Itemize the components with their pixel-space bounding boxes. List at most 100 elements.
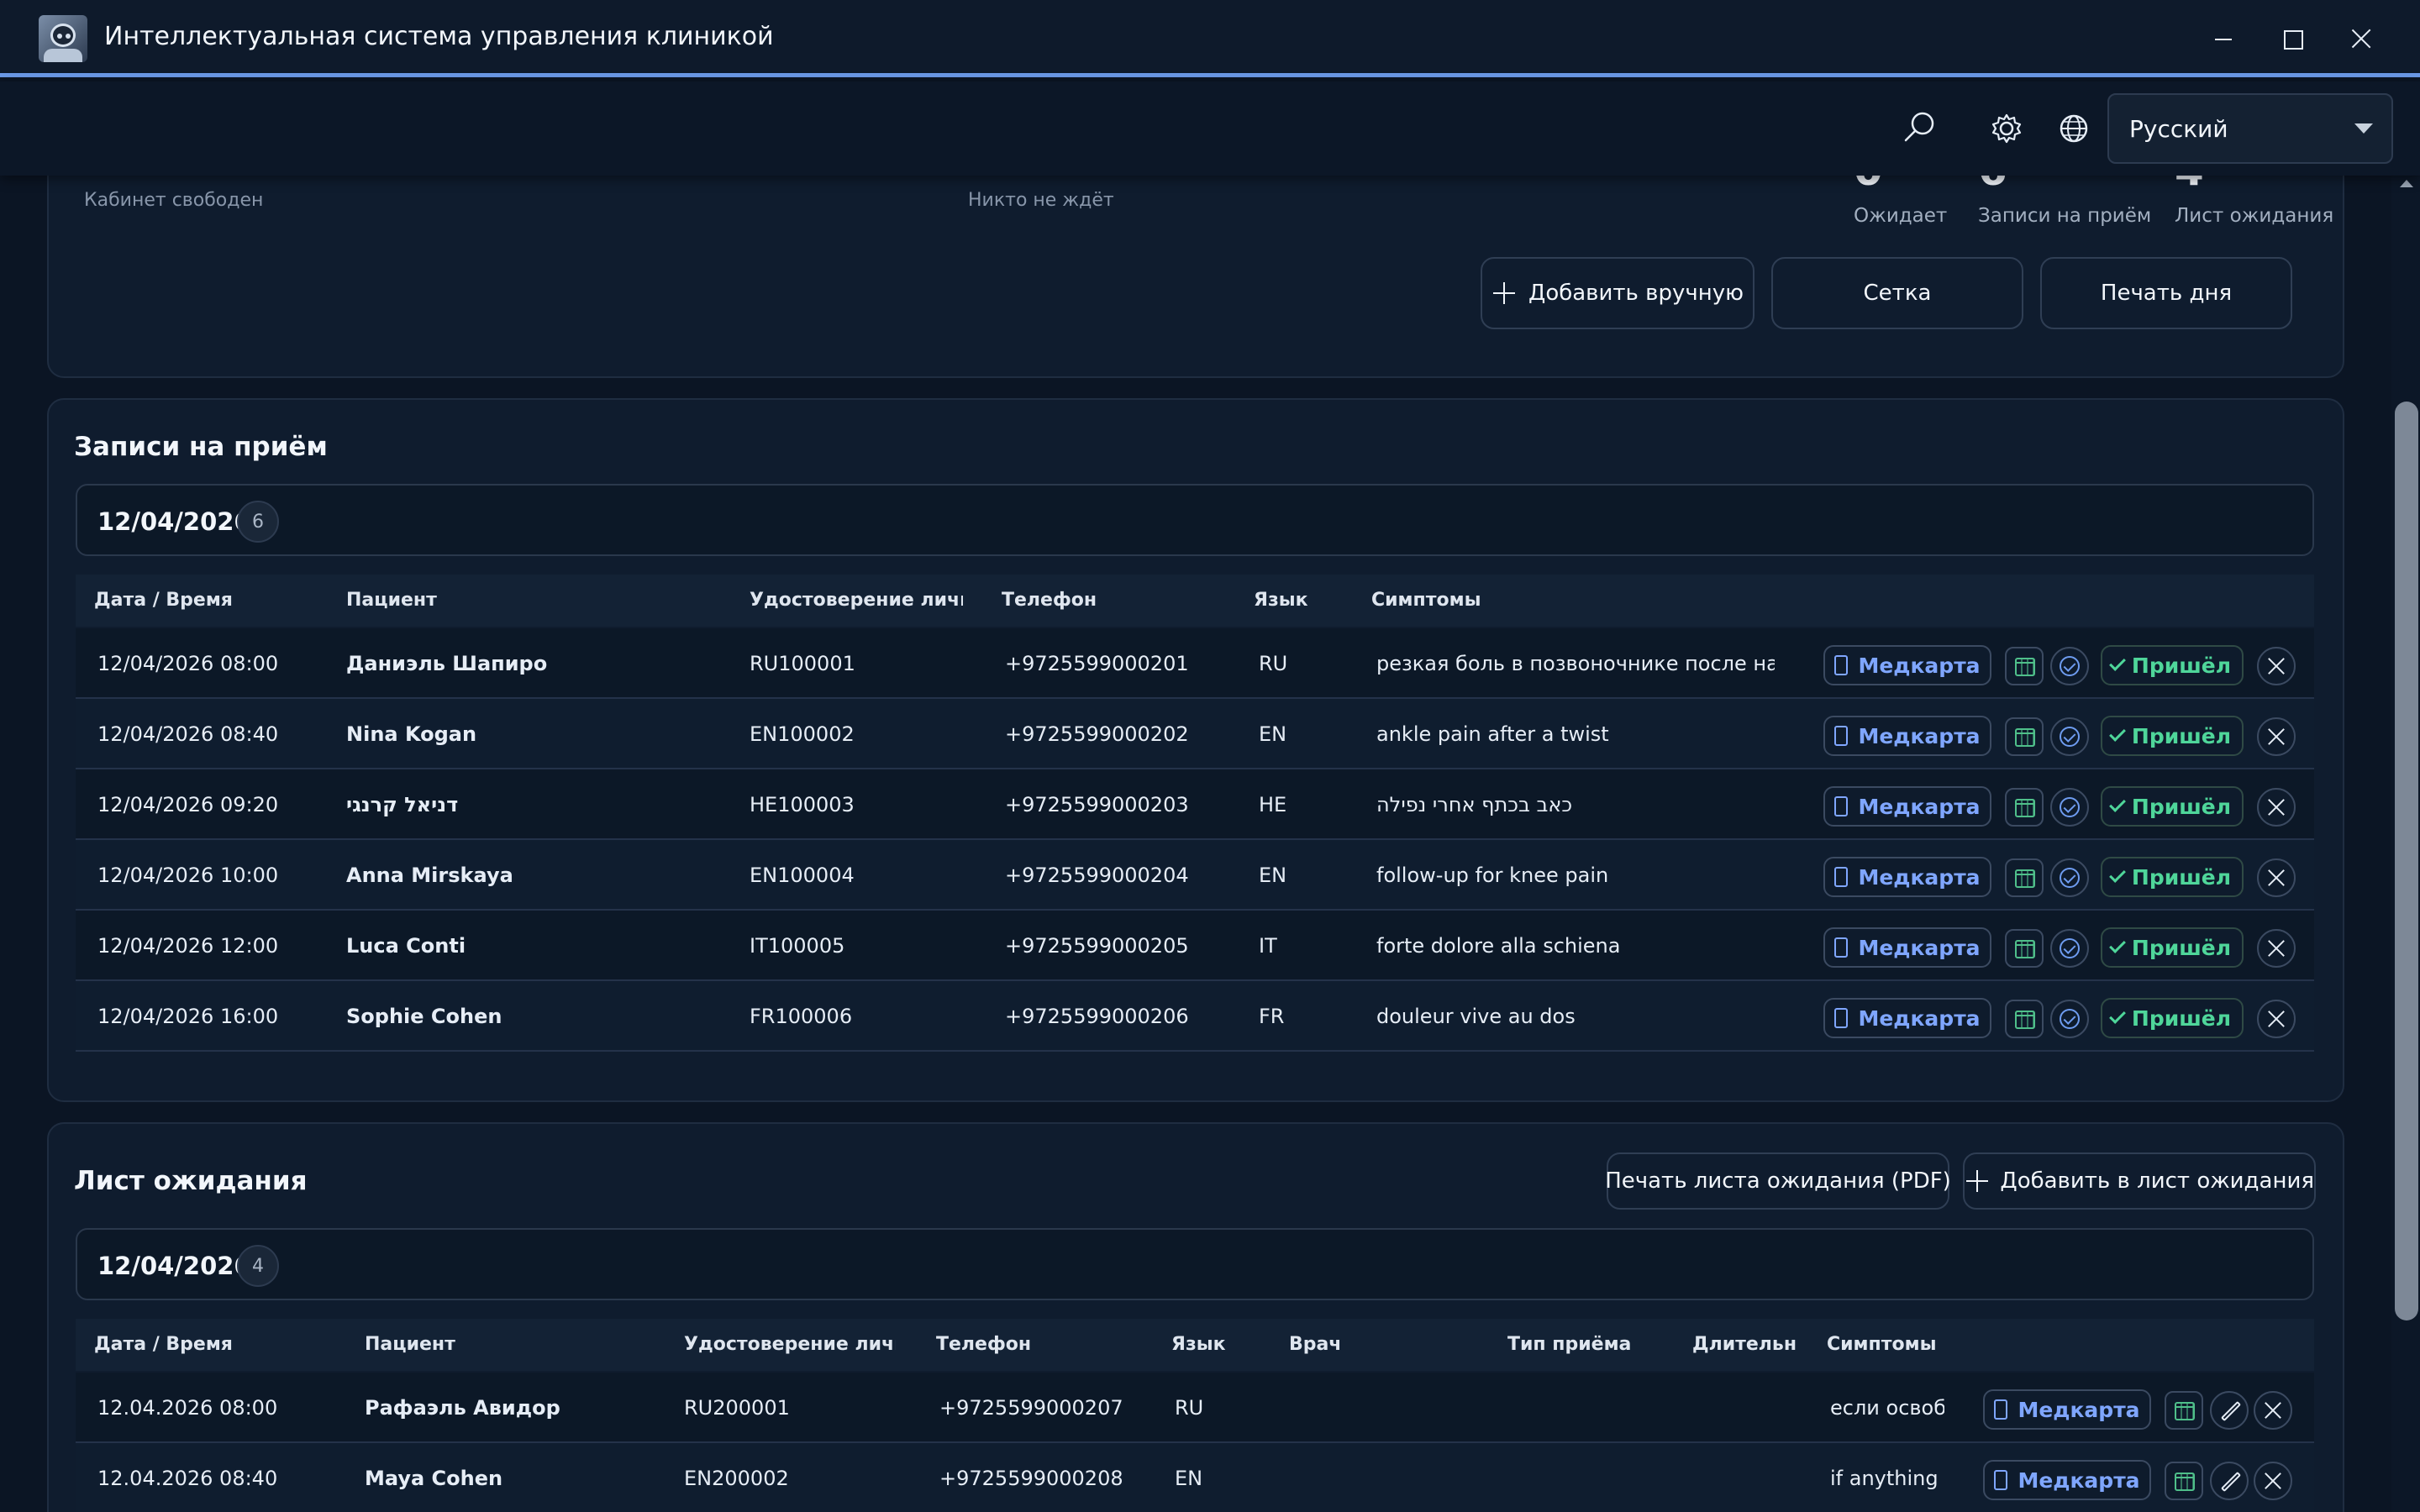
- row-phone: +9725599000205: [1005, 934, 1189, 958]
- table-row: 12.04.2026 08:00 Рафаэль Авидор RU200001 +9…: [76, 1373, 2314, 1443]
- confirm-button[interactable]: [2050, 1000, 2089, 1038]
- table-row: 12/04/2026 08:40 Nina Kogan EN100002 +97255…: [76, 699, 2314, 769]
- cancel-appointment-button[interactable]: [2257, 647, 2296, 685]
- maximize-button[interactable]: [2272, 18, 2312, 59]
- edit-button[interactable]: [2210, 1391, 2249, 1430]
- confirm-button[interactable]: [2050, 858, 2089, 897]
- cancel-appointment-button[interactable]: [2257, 717, 2296, 756]
- row-id: RU200001: [684, 1396, 790, 1420]
- globe-icon[interactable]: [2052, 107, 2096, 150]
- waitlist-date: 12/04/2026: [97, 1252, 251, 1280]
- col-datetime: Дата / Время: [94, 590, 233, 611]
- medcard-label: Медкарта: [1858, 864, 1981, 890]
- row-symptoms: follow-up for knee pain: [1376, 864, 1609, 887]
- row-datetime: 12/04/2026 16:00: [97, 1005, 279, 1028]
- row-phone: +9725599000204: [1005, 864, 1189, 887]
- schedule-button[interactable]: [2005, 858, 2044, 897]
- add-to-waitlist-button[interactable]: Добавить в лист ожидания: [1963, 1152, 2316, 1210]
- row-language: IT: [1259, 934, 1277, 958]
- col-language: Язык: [1254, 590, 1308, 611]
- scroll-up-arrow-icon[interactable]: [2400, 180, 2413, 187]
- row-language: FR: [1259, 1005, 1285, 1028]
- medcard-button[interactable]: Медкарта: [1823, 998, 1991, 1038]
- row-patient: Sophie Cohen: [346, 1005, 502, 1028]
- medcard-label: Медкарта: [1858, 935, 1981, 960]
- schedule-button[interactable]: [2005, 788, 2044, 827]
- arrived-button[interactable]: Пришёл: [2101, 716, 2244, 756]
- close-icon: [2259, 860, 2294, 895]
- stat-waitlist-label: Лист ожидания: [2175, 205, 2334, 227]
- print-waitlist-button[interactable]: Печать листа ожидания (PDF): [1605, 1152, 1951, 1210]
- schedule-button[interactable]: [2165, 1462, 2203, 1500]
- schedule-button[interactable]: [2005, 717, 2044, 756]
- confirm-button[interactable]: [2050, 717, 2089, 756]
- confirm-button[interactable]: [2050, 929, 2089, 968]
- arrived-button[interactable]: Пришёл: [2101, 927, 2244, 968]
- row-datetime: 12/04/2026 10:00: [97, 864, 279, 887]
- add-manual-button[interactable]: Добавить вручную: [1481, 257, 1754, 329]
- medcard-button[interactable]: Медкарта: [1983, 1389, 2151, 1430]
- document-icon: [1834, 655, 1849, 675]
- edit-button[interactable]: [2210, 1462, 2249, 1500]
- cancel-appointment-button[interactable]: [2257, 788, 2296, 827]
- check-icon: [2109, 1007, 2126, 1024]
- medcard-button[interactable]: Медкарта: [1823, 927, 1991, 968]
- print-day-button[interactable]: Печать дня: [2040, 257, 2292, 329]
- medcard-button[interactable]: Медкарта: [1823, 786, 1991, 827]
- waitlist-date-bar[interactable]: 12/04/2026 4: [76, 1228, 2314, 1300]
- remove-waitlist-button[interactable]: [2254, 1391, 2292, 1430]
- medcard-button[interactable]: Медкарта: [1823, 716, 1991, 756]
- appointments-date-bar[interactable]: 12/04/2026 6: [76, 484, 2314, 556]
- plus-icon: [1965, 1168, 1989, 1194]
- language-select[interactable]: Русский: [2107, 93, 2393, 164]
- close-icon: [2259, 719, 2294, 754]
- gear-icon[interactable]: [1985, 107, 2028, 150]
- arrived-button[interactable]: Пришёл: [2101, 998, 2244, 1038]
- document-icon: [1834, 1008, 1849, 1028]
- waitlist-card: Лист ожидания Печать листа ожидания (PDF…: [47, 1122, 2344, 1512]
- schedule-button[interactable]: [2165, 1391, 2203, 1430]
- close-window-button[interactable]: [2341, 18, 2381, 59]
- arrived-button[interactable]: Пришёл: [2101, 786, 2244, 827]
- calendar-icon: [2015, 869, 2035, 888]
- check-circle-icon: [2060, 938, 2080, 958]
- row-id: FR100006: [750, 1005, 853, 1028]
- row-patient: Luca Conti: [346, 934, 466, 958]
- medcard-button[interactable]: Медкарта: [1823, 857, 1991, 897]
- schedule-button[interactable]: [2005, 647, 2044, 685]
- col-symptoms: Симптомы: [1371, 590, 1481, 611]
- cancel-appointment-button[interactable]: [2257, 929, 2296, 968]
- scrollbar-thumb[interactable]: [2395, 402, 2418, 1320]
- row-symptoms: כאב בכתף אחרי נפילה: [1376, 793, 1573, 816]
- confirm-button[interactable]: [2050, 647, 2089, 685]
- arrived-button[interactable]: Пришёл: [2101, 857, 2244, 897]
- stat-appointments-label: Записи на приём: [1978, 205, 2152, 227]
- minimize-button[interactable]: [2203, 18, 2244, 59]
- schedule-button[interactable]: [2005, 929, 2044, 968]
- confirm-button[interactable]: [2050, 788, 2089, 827]
- calendar-icon: [2015, 1011, 2035, 1029]
- appointments-card: Записи на приём 12/04/2026 6 Дата / Врем…: [47, 398, 2344, 1102]
- check-icon: [2109, 937, 2126, 953]
- document-icon: [1834, 937, 1849, 958]
- medcard-button[interactable]: Медкарта: [1823, 645, 1991, 685]
- check-icon: [2109, 654, 2126, 671]
- schedule-button[interactable]: [2005, 1000, 2044, 1038]
- document-icon: [1834, 867, 1849, 887]
- appointments-title: Записи на приём: [74, 432, 328, 462]
- pencil-icon: [2220, 1400, 2242, 1422]
- row-language: EN: [1175, 1467, 1203, 1490]
- cancel-appointment-button[interactable]: [2257, 858, 2296, 897]
- close-icon: [2255, 1463, 2291, 1499]
- row-phone: +9725599000203: [1005, 793, 1189, 816]
- row-patient: Nina Kogan: [346, 722, 477, 746]
- remove-waitlist-button[interactable]: [2254, 1462, 2292, 1500]
- search-icon[interactable]: [1897, 107, 1941, 150]
- calendar-icon: [2015, 728, 2035, 747]
- cancel-appointment-button[interactable]: [2257, 1000, 2296, 1038]
- medcard-label: Медкарта: [2018, 1397, 2140, 1422]
- grid-button[interactable]: Сетка: [1771, 257, 2023, 329]
- arrived-label: Пришёл: [2131, 653, 2232, 678]
- arrived-button[interactable]: Пришёл: [2101, 645, 2244, 685]
- medcard-button[interactable]: Медкарта: [1983, 1460, 2151, 1500]
